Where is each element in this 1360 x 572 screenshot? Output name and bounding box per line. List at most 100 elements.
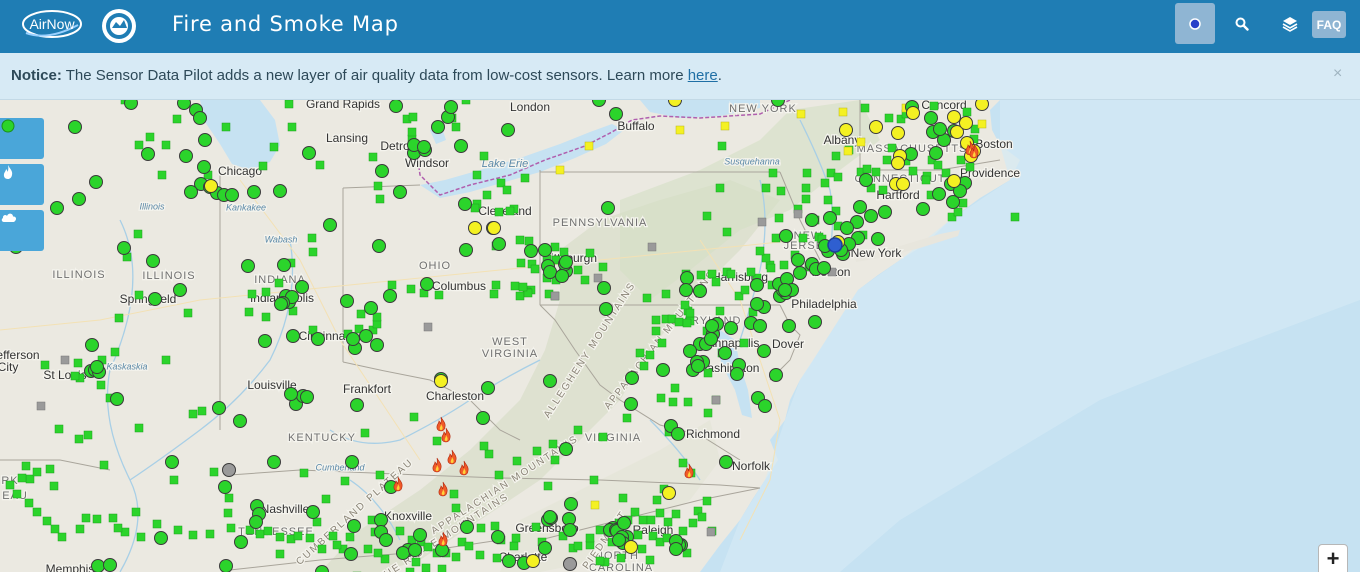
sensor-square[interactable] xyxy=(145,132,155,142)
sensor-square-moderate[interactable] xyxy=(977,119,987,129)
monitor-marker-good[interactable] xyxy=(853,200,867,214)
sensor-square[interactable] xyxy=(543,481,553,491)
sensor-square[interactable] xyxy=(492,553,502,563)
sensor-square[interactable] xyxy=(12,489,22,499)
monitor-marker-good[interactable] xyxy=(524,244,538,258)
sensor-square[interactable] xyxy=(645,555,655,565)
sensor-square[interactable] xyxy=(530,264,540,274)
monitor-marker-good[interactable] xyxy=(91,559,105,572)
monitor-marker-good[interactable] xyxy=(233,414,247,428)
monitor-marker-good[interactable] xyxy=(431,120,445,134)
sensor-square[interactable] xyxy=(652,495,662,505)
monitor-marker-good[interactable] xyxy=(347,519,361,533)
sensor-square[interactable] xyxy=(258,161,268,171)
sensor-square[interactable] xyxy=(224,493,234,503)
monitor-marker-good[interactable] xyxy=(555,269,569,283)
sensor-square[interactable] xyxy=(113,523,123,533)
monitor-marker-good[interactable] xyxy=(757,344,771,358)
sensor-square[interactable] xyxy=(761,183,771,193)
monitor-marker-good[interactable] xyxy=(396,546,410,560)
monitor-marker-good[interactable] xyxy=(871,232,885,246)
sensor-square[interactable] xyxy=(595,556,605,566)
monitor-marker-good[interactable] xyxy=(609,107,623,121)
sensor-square[interactable] xyxy=(651,326,661,336)
close-icon[interactable]: × xyxy=(1333,65,1342,83)
sensor-square[interactable] xyxy=(887,143,897,153)
sensor-square[interactable] xyxy=(715,306,725,316)
sensor-square[interactable] xyxy=(490,521,500,531)
sensor-square[interactable] xyxy=(70,371,80,381)
monitor-marker-good[interactable] xyxy=(564,497,578,511)
sensor-square[interactable] xyxy=(73,358,83,368)
monitor-marker-good[interactable] xyxy=(225,188,239,202)
sensor-square[interactable] xyxy=(363,544,373,554)
monitor-marker-good[interactable] xyxy=(878,205,892,219)
sensor-square[interactable] xyxy=(205,529,215,539)
sensor-square[interactable] xyxy=(40,360,50,370)
monitor-marker-good[interactable] xyxy=(538,541,552,555)
monitor-marker-good[interactable] xyxy=(693,284,707,298)
sensor-square-moderate[interactable] xyxy=(796,109,806,119)
sensor-square[interactable] xyxy=(5,480,15,490)
monitor-marker-good[interactable] xyxy=(193,111,207,125)
monitor-marker-good[interactable] xyxy=(311,332,325,346)
sensor-square-unknown[interactable] xyxy=(647,242,657,252)
sensor-square[interactable] xyxy=(321,494,331,504)
sensor-square[interactable] xyxy=(696,270,706,280)
sensor-square[interactable] xyxy=(405,567,415,572)
sensor-square[interactable] xyxy=(49,481,59,491)
sensor-square[interactable] xyxy=(261,312,271,322)
sensor-square[interactable] xyxy=(524,236,534,246)
monitor-marker-good[interactable] xyxy=(389,100,403,113)
sensor-square[interactable] xyxy=(548,439,558,449)
monitor-marker-good[interactable] xyxy=(346,332,360,346)
sensor-square[interactable] xyxy=(340,476,350,486)
monitor-marker-unknown[interactable] xyxy=(222,463,236,477)
monitor-marker-good[interactable] xyxy=(413,528,427,542)
sensor-square[interactable] xyxy=(407,127,417,137)
sensor-square-unknown[interactable] xyxy=(593,273,603,283)
sensor-square[interactable] xyxy=(505,206,515,216)
sensor-square[interactable] xyxy=(373,181,383,191)
monitor-marker-good[interactable] xyxy=(758,399,772,413)
sensor-square-moderate[interactable] xyxy=(720,121,730,131)
sensor-square-moderate[interactable] xyxy=(675,125,685,135)
sensor-square[interactable] xyxy=(247,289,257,299)
sensor-square[interactable] xyxy=(96,380,106,390)
sensor-square[interactable] xyxy=(651,315,661,325)
sensor-square-unknown[interactable] xyxy=(706,527,716,537)
sensor-square[interactable] xyxy=(57,532,67,542)
monitor-marker-good[interactable] xyxy=(85,338,99,352)
monitor-marker-good[interactable] xyxy=(597,281,611,295)
sensor-square[interactable] xyxy=(197,406,207,416)
sensor-square[interactable] xyxy=(633,530,643,540)
sensor-square[interactable] xyxy=(293,531,303,541)
monitor-marker-good[interactable] xyxy=(932,187,946,201)
sensor-square[interactable] xyxy=(263,526,273,536)
monitor-marker-good[interactable] xyxy=(559,442,573,456)
sensor-square[interactable] xyxy=(726,269,736,279)
monitor-marker-moderate[interactable] xyxy=(468,221,482,235)
sensor-square[interactable] xyxy=(722,227,732,237)
sensor-square[interactable] xyxy=(244,307,254,317)
monitor-marker-good[interactable] xyxy=(364,301,378,315)
sensor-square[interactable] xyxy=(83,430,93,440)
sensor-square[interactable] xyxy=(470,203,480,213)
monitor-marker-good[interactable] xyxy=(218,480,232,494)
sensor-square[interactable] xyxy=(134,423,144,433)
sensor-square-moderate[interactable] xyxy=(843,146,853,156)
sensor-square[interactable] xyxy=(663,517,673,527)
monitor-marker-good[interactable] xyxy=(383,289,397,303)
sensor-square[interactable] xyxy=(550,455,560,465)
sensor-square[interactable] xyxy=(589,475,599,485)
sensor-square[interactable] xyxy=(261,287,271,297)
monitor-marker-good[interactable] xyxy=(691,359,705,373)
sensor-square[interactable] xyxy=(491,280,501,290)
sensor-square[interactable] xyxy=(661,289,671,299)
sensor-square[interactable] xyxy=(703,408,713,418)
sensor-square[interactable] xyxy=(520,173,530,183)
monitor-marker-good[interactable] xyxy=(350,398,364,412)
sensor-square[interactable] xyxy=(703,368,713,378)
monitor-marker-good[interactable] xyxy=(89,175,103,189)
sensor-square[interactable] xyxy=(226,523,236,533)
